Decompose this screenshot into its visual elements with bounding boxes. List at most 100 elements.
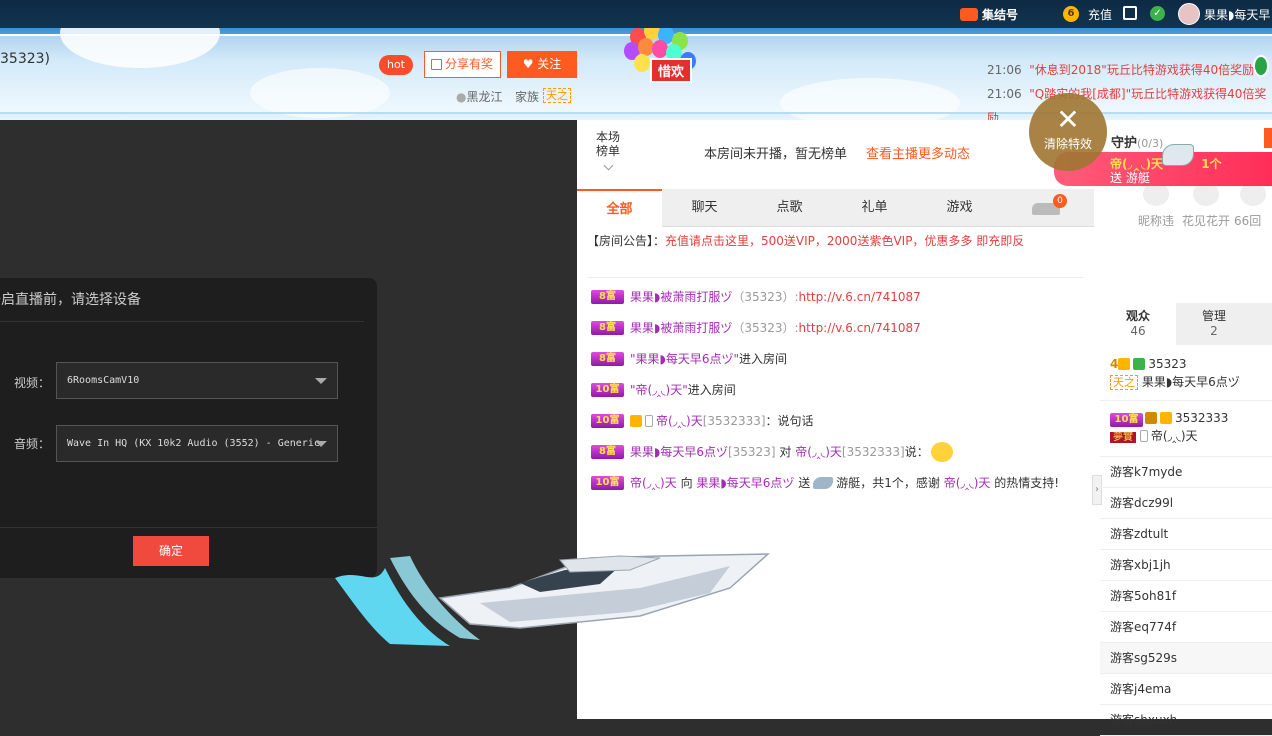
wealth-level-badge: 10富 — [591, 475, 624, 490]
recharge-link[interactable]: 充值 — [1088, 6, 1112, 23]
message-user[interactable]: 果果◗每天早6点ヅ — [696, 474, 794, 491]
yacht-gift-icon — [813, 476, 834, 489]
video-label: 视频： — [14, 376, 51, 390]
dialog-title: 开启直播前，请选择设备 — [0, 278, 364, 322]
side-tab[interactable] — [1264, 128, 1272, 148]
chevron-down-icon — [315, 441, 327, 447]
tab-songs[interactable]: 点歌 — [747, 189, 832, 227]
avatar[interactable] — [1178, 3, 1200, 25]
rank-toggle[interactable]: 本场 榜单 — [577, 120, 639, 188]
message-list: 8富 果果◗被萧雨打服ヅ （35323）: http://v.6.cn/7410… — [591, 281, 1086, 498]
message-link[interactable]: http://v.6.cn/741087 — [799, 321, 921, 335]
star-icon — [1160, 412, 1172, 424]
guard-members: 昵称违 花见花开 66回 — [1094, 180, 1272, 230]
list-item[interactable]: 游客shxuxh — [1100, 705, 1272, 736]
audio-device-select[interactable]: Wave In HQ (KX 10k2 Audio (3552) - Gener… — [56, 425, 338, 462]
phone-icon — [1139, 430, 1148, 442]
list-item[interactable]: 4 35323 天之 果果◗每天早6点ヅ — [1100, 353, 1272, 401]
guard-member[interactable]: 66回 — [1234, 180, 1272, 229]
tab-all[interactable]: 全部 — [577, 189, 662, 227]
list-item: 10富 "帝(◞‸◟)天" 进入房间 — [591, 374, 1086, 405]
egg-icon[interactable] — [1253, 55, 1269, 77]
wealth-level-badge: 8富 — [591, 351, 624, 366]
list-item: 8富 "果果◗每天早6点ヅ" 进入房间 — [591, 343, 1086, 374]
list-item[interactable]: 游客5oh81f — [1100, 581, 1272, 612]
list-item[interactable]: 游客dcz99l — [1100, 488, 1272, 519]
car-count-badge: 0 — [1053, 194, 1067, 208]
family-label: 家族 — [515, 90, 540, 104]
jijie-link[interactable]: 集结号 — [960, 4, 1018, 24]
user-tabs: 观众 46 管理 2 — [1100, 303, 1272, 345]
message-user[interactable]: 帝(◞‸◟)天 — [656, 412, 703, 429]
chat-tabs: 全部 聊天 点歌 礼单 游戏 0 — [577, 189, 1094, 227]
list-item[interactable]: 游客zdtult — [1100, 519, 1272, 550]
wealth-level-badge: 8富 — [591, 444, 624, 459]
dialog-divider — [0, 527, 377, 528]
tab-chat[interactable]: 聊天 — [662, 189, 747, 227]
list-item — [591, 712, 1086, 719]
list-item: 8富 果果◗被萧雨打服ヅ （35323）: http://v.6.cn/7410… — [591, 312, 1086, 343]
more-updates-link[interactable]: 查看主播更多动态 — [866, 143, 970, 162]
list-item[interactable]: 游客sg529s — [1100, 643, 1272, 674]
chevron-down-icon — [603, 160, 613, 171]
list-item: 8富 果果◗被萧雨打服ヅ （35323）: http://v.6.cn/7410… — [591, 281, 1086, 312]
audience-list: 4 35323 天之 果果◗每天早6点ヅ 10富 3532333 夢實 帝(◞‸◟)… — [1100, 353, 1272, 736]
list-item[interactable]: 游客eq774f — [1100, 612, 1272, 643]
yacht-animation — [335, 553, 770, 646]
video-device-select[interactable]: 6RoomsCamV10 — [56, 362, 338, 399]
room-notice[interactable]: 【房间公告】：充值请点击这里，500送VIP，2000送紫色VIP，优惠多多 即… — [587, 233, 1087, 249]
list-item[interactable]: 10富 3532333 夢實 帝(◞‸◟)天 — [1100, 401, 1272, 457]
divider — [587, 277, 1084, 278]
message-user[interactable]: 帝(◞‸◟)天 — [944, 474, 991, 491]
wealth-level-badge: 8富 — [591, 320, 624, 335]
tab-admins[interactable]: 管理 2 — [1176, 303, 1252, 345]
edit-icon[interactable] — [1123, 6, 1137, 20]
tab-gifts[interactable]: 礼单 — [832, 189, 917, 227]
message-user[interactable]: 果果◗被萧雨打服ヅ — [630, 288, 732, 305]
coin-level-icon: 6 — [1063, 6, 1079, 22]
room-id: 35323) — [0, 51, 50, 67]
chevron-down-icon — [315, 378, 327, 384]
share-button[interactable]: 分享有奖 — [424, 51, 501, 78]
no-rank-text: 本房间未开播，暂无榜单 — [704, 147, 848, 162]
list-item[interactable]: 游客k7myde — [1100, 457, 1272, 488]
location-pin-icon: ● — [456, 90, 467, 104]
audio-label: 音频： — [14, 437, 51, 451]
list-item: 10富 帝(◞‸◟)天 向 果果◗每天早6点ヅ 送 游艇，共1个，感谢 帝(◞‸… — [591, 467, 1086, 498]
message-user[interactable]: 果果◗每天早6点ヅ — [630, 443, 728, 460]
message-user[interactable]: "果果◗每天早6点ヅ" — [630, 350, 739, 367]
username-link[interactable]: 果果◗每天早 — [1204, 6, 1270, 23]
verified-icon: ✓ — [1150, 6, 1165, 21]
close-icon: ✕ — [1056, 103, 1080, 136]
k-badge-icon — [1133, 358, 1146, 370]
tab-audience[interactable]: 观众 46 — [1100, 303, 1176, 345]
wealth-level-badge: 10富 — [591, 413, 624, 428]
message-user[interactable]: "帝(◞‸◟)天" — [630, 381, 688, 398]
list-item[interactable]: 游客j4ema — [1100, 674, 1272, 705]
location: ●黑龙江 — [456, 90, 503, 104]
tab-games[interactable]: 游戏 — [917, 189, 1002, 227]
wealth-level-badge: 10富 — [591, 382, 624, 397]
hot-badge: hot — [379, 55, 413, 75]
confirm-button[interactable]: 确定 — [133, 536, 209, 566]
vip-icon — [1145, 412, 1157, 424]
guard-member[interactable]: 花见花开 — [1176, 180, 1236, 229]
ticker-item[interactable]: 21:06 "休息到2018"玩丘比特游戏获得40倍奖励 — [987, 58, 1272, 82]
star-icon — [630, 414, 642, 427]
list-item: 10富 帝(◞‸◟)天 [3532333] ：说句话 — [591, 405, 1086, 436]
family-tag[interactable]: 天之 — [543, 88, 571, 103]
emoji-icon — [930, 441, 953, 462]
list-item[interactable]: 游客xbj1jh — [1100, 550, 1272, 581]
follow-button[interactable]: ♥ 关注 — [507, 51, 577, 78]
phone-icon — [645, 414, 653, 427]
message-user[interactable]: 帝(◞‸◟)天 — [630, 474, 677, 491]
jijie-logo-icon — [960, 7, 978, 21]
message-user[interactable]: 果果◗被萧雨打服ヅ — [630, 319, 732, 336]
heart-icon: ♥ — [522, 57, 534, 71]
message-link[interactable]: http://v.6.cn/741087 — [799, 290, 921, 304]
share-icon — [431, 59, 442, 70]
wealth-level-badge: 8富 — [591, 289, 624, 304]
balloon-sign: 惜欢 — [650, 58, 693, 83]
clear-effects-button[interactable]: ✕ 清除特效 — [1029, 93, 1107, 171]
message-user[interactable]: 帝(◞‸◟)天 — [795, 443, 842, 460]
